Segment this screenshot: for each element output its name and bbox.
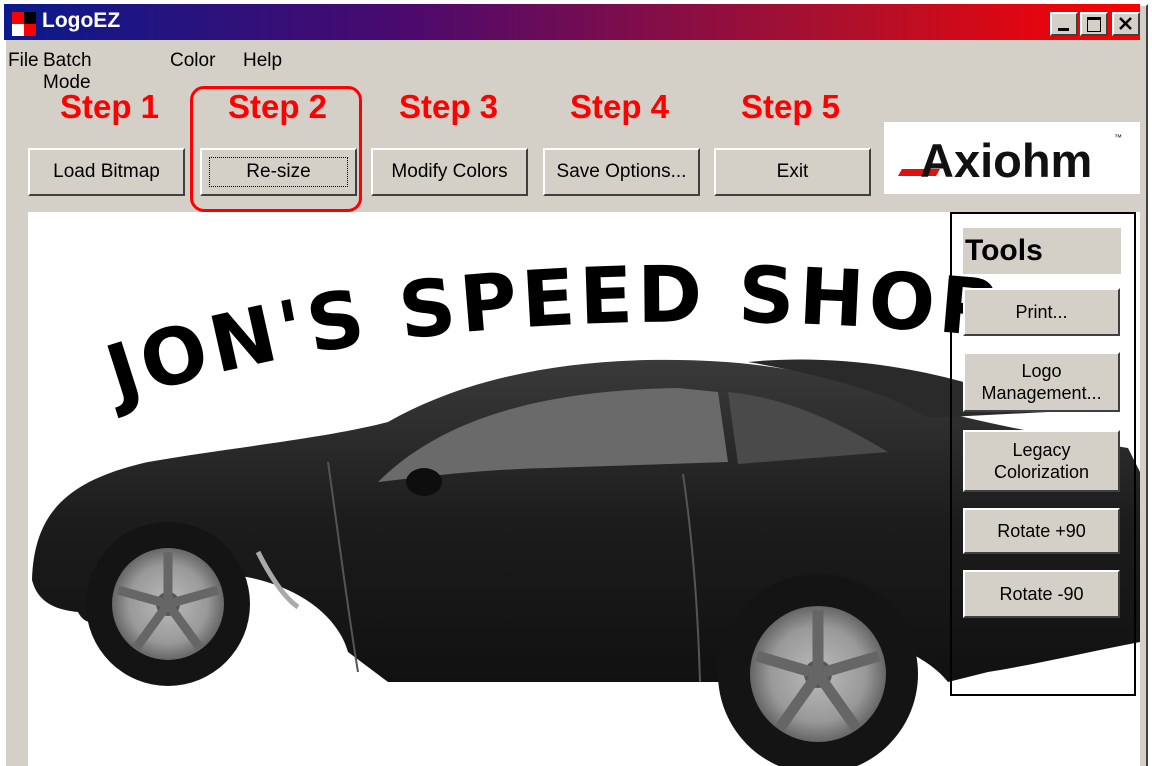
minimize-icon <box>1058 28 1069 31</box>
title-bar[interactable]: LogoEZ <box>4 4 1140 40</box>
rotate-minus-90-label: Rotate -90 <box>999 584 1084 604</box>
menu-color[interactable]: Color <box>170 50 215 72</box>
step-1-label: Step 1 <box>59 88 160 125</box>
svg-text:Axiohm: Axiohm <box>920 134 1092 187</box>
legacy-colorization-button[interactable]: Legacy Colorization <box>963 430 1120 492</box>
close-button[interactable] <box>1112 12 1140 36</box>
step-5-label: Step 5 <box>740 88 841 125</box>
maximize-icon <box>1087 17 1101 32</box>
axiohm-logo-mark: Axiohm ™ <box>898 133 1122 187</box>
print-label: Print... <box>1015 302 1068 322</box>
load-bitmap-label: Load Bitmap <box>53 161 160 182</box>
svg-text:™: ™ <box>1114 133 1122 142</box>
exit-button[interactable]: Exit <box>714 148 871 196</box>
step-3-label: Step 3 <box>398 88 499 125</box>
menu-help[interactable]: Help <box>243 50 282 72</box>
modify-colors-button[interactable]: Modify Colors <box>371 148 528 196</box>
logoez-app-icon <box>12 12 36 36</box>
logo-management-button[interactable]: Logo Management... <box>963 352 1120 412</box>
save-options-label: Save Options... <box>556 161 687 182</box>
save-options-button[interactable]: Save Options... <box>543 148 700 196</box>
step-2-highlight <box>190 86 362 212</box>
print-button[interactable]: Print... <box>963 288 1120 336</box>
legacy-colorization-label: Legacy Colorization <box>993 440 1090 482</box>
maximize-button[interactable] <box>1080 12 1108 36</box>
modify-colors-label: Modify Colors <box>391 161 508 182</box>
menu-file[interactable]: File <box>8 50 39 72</box>
rotate-plus-90-button[interactable]: Rotate +90 <box>963 508 1120 554</box>
exit-label: Exit <box>776 161 809 182</box>
window-title: LogoEZ <box>42 9 121 32</box>
close-icon <box>1119 17 1132 30</box>
tools-title: Tools <box>963 228 1121 274</box>
rotate-minus-90-button[interactable]: Rotate -90 <box>963 570 1120 618</box>
rotate-plus-90-label: Rotate +90 <box>997 521 1086 541</box>
step-4-label: Step 4 <box>569 88 670 125</box>
logo-management-label: Logo Management... <box>981 361 1102 403</box>
load-bitmap-button[interactable]: Load Bitmap <box>28 148 185 196</box>
axiohm-logo: Axiohm ™ <box>884 122 1140 194</box>
minimize-button[interactable] <box>1050 12 1078 36</box>
